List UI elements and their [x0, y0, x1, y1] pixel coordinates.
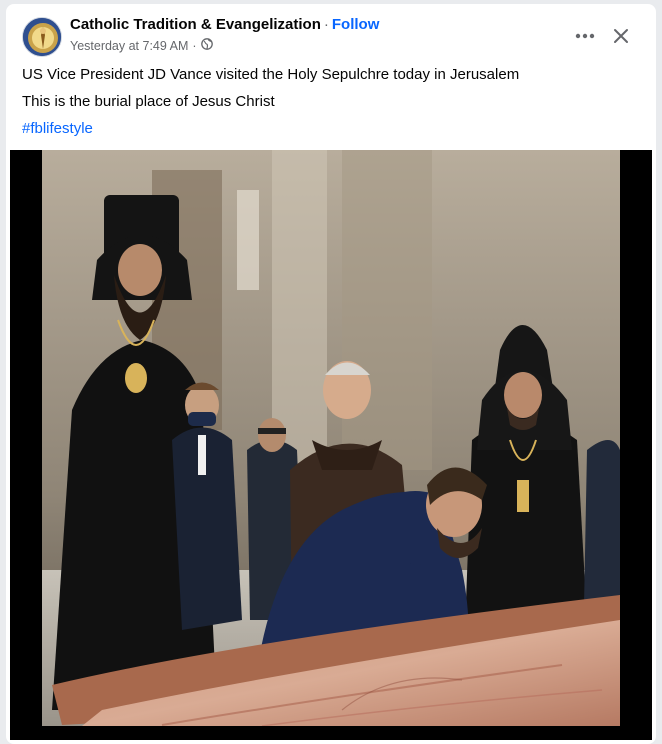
meta-separator: ·: [192, 38, 197, 53]
page-name-link[interactable]: Catholic Tradition & Evangelization: [70, 16, 321, 33]
close-button[interactable]: [605, 20, 637, 52]
hashtag-link[interactable]: #fblifestyle: [22, 120, 93, 137]
post-card: Catholic Tradition & Evangelization · Foll…: [6, 4, 656, 744]
globe-icon[interactable]: [200, 38, 213, 53]
page-title-line: Catholic Tradition & Evangelization · Foll…: [70, 16, 379, 33]
close-icon: [614, 29, 628, 43]
post-text-line-2: This is the burial place of Jesus Christ: [22, 93, 275, 110]
name-separator: ·: [323, 16, 329, 33]
page-avatar[interactable]: [22, 17, 62, 57]
follow-button[interactable]: Follow: [332, 16, 380, 33]
post-photo[interactable]: [42, 150, 620, 726]
avatar-image: [23, 18, 61, 56]
post-header: Catholic Tradition & Evangelization · Foll…: [6, 4, 656, 60]
more-options-icon: [575, 33, 595, 39]
post-meta: Yesterday at 7:49 AM ·: [70, 38, 213, 53]
post-photo-container[interactable]: [10, 150, 652, 740]
more-options-button[interactable]: [569, 20, 601, 52]
post-timestamp[interactable]: Yesterday at 7:49 AM: [70, 39, 188, 53]
post-text-line-1: US Vice President JD Vance visited the H…: [22, 66, 520, 83]
